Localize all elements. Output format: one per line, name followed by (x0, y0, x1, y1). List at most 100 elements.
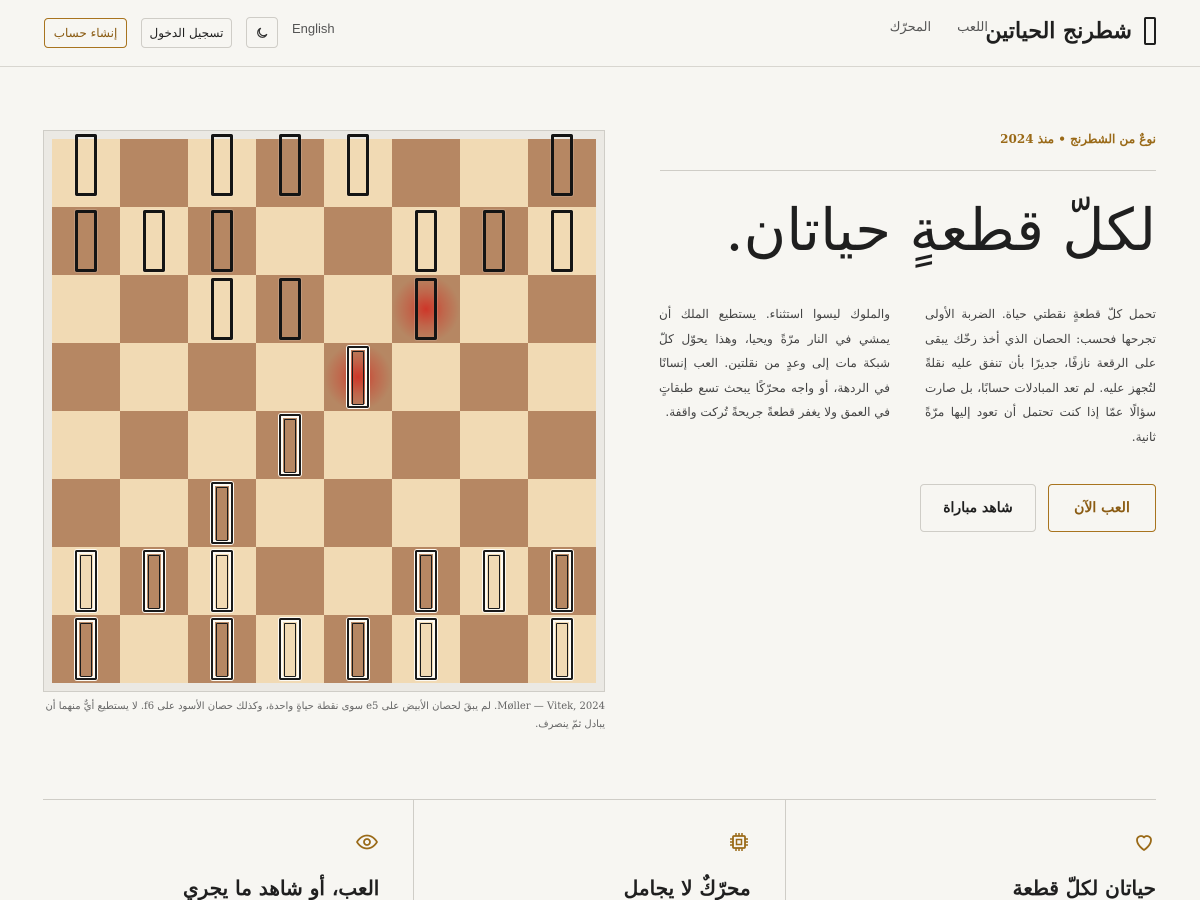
piece-glyph (75, 134, 97, 196)
chess-board[interactable] (52, 134, 596, 683)
white-piece-f2-icon[interactable] (392, 547, 460, 615)
square-f8[interactable] (392, 139, 460, 207)
square-e3[interactable] (324, 479, 392, 547)
piece-glyph (211, 278, 233, 340)
piece-glyph (279, 278, 301, 340)
square-d3[interactable] (256, 479, 324, 547)
theme-toggle-button[interactable] (246, 17, 278, 48)
play-now-button[interactable]: العب الآن (1048, 484, 1156, 532)
signup-button[interactable]: إنشاء حساب (44, 18, 127, 48)
black-piece-d6-icon[interactable] (256, 275, 324, 343)
square-g5[interactable] (460, 343, 528, 411)
square-a4[interactable] (52, 411, 120, 479)
square-g3[interactable] (460, 479, 528, 547)
square-d2[interactable] (256, 547, 324, 615)
white-piece-c3-icon[interactable] (188, 479, 256, 547)
square-e4[interactable] (324, 411, 392, 479)
piece-glyph (551, 550, 573, 612)
square-a5[interactable] (52, 343, 120, 411)
black-piece-e8-icon[interactable] (324, 131, 392, 199)
feature-engine: محرّكٌ لا يجامل (413, 800, 784, 900)
hero-divider (660, 170, 1156, 171)
piece-glyph (347, 618, 369, 680)
square-b5[interactable] (120, 343, 188, 411)
piece-glyph (279, 134, 301, 196)
square-a6[interactable] (52, 275, 120, 343)
login-button[interactable]: تسجيل الدخول (141, 18, 232, 48)
piece-glyph (211, 210, 233, 272)
square-a3[interactable] (52, 479, 120, 547)
piece-logo-icon (1144, 17, 1156, 45)
white-piece-b2-icon[interactable] (120, 547, 188, 615)
square-e6[interactable] (324, 275, 392, 343)
black-piece-c7-icon[interactable] (188, 207, 256, 275)
white-piece-g2-icon[interactable] (460, 547, 528, 615)
white-piece-e5-icon[interactable] (324, 343, 392, 411)
white-piece-c2-icon[interactable] (188, 547, 256, 615)
white-piece-d4-icon[interactable] (256, 411, 324, 479)
piece-glyph (415, 210, 437, 272)
square-d5[interactable] (256, 343, 324, 411)
white-piece-e1-icon[interactable] (324, 615, 392, 683)
piece-glyph (347, 134, 369, 196)
black-piece-d8-icon[interactable] (256, 131, 324, 199)
nav-link-play[interactable]: اللعب (957, 20, 988, 35)
square-g1[interactable] (460, 615, 528, 683)
white-piece-c1-icon[interactable] (188, 615, 256, 683)
nav-link-engine[interactable]: المحرّك (890, 20, 931, 35)
square-b8[interactable] (120, 139, 188, 207)
black-piece-a7-icon[interactable] (52, 207, 120, 275)
piece-glyph (279, 618, 301, 680)
square-f3[interactable] (392, 479, 460, 547)
square-g8[interactable] (460, 139, 528, 207)
white-piece-d1-icon[interactable] (256, 615, 324, 683)
square-h6[interactable] (528, 275, 596, 343)
square-e7[interactable] (324, 207, 392, 275)
square-c4[interactable] (188, 411, 256, 479)
black-piece-h8-icon[interactable] (528, 131, 596, 199)
white-piece-h1-icon[interactable] (528, 615, 596, 683)
square-f5[interactable] (392, 343, 460, 411)
white-piece-h2-icon[interactable] (528, 547, 596, 615)
piece-glyph (415, 278, 437, 340)
hero-title: لكلّ قطعةٍ حياتان. (725, 196, 1156, 264)
watch-game-button[interactable]: شاهد مباراة (920, 484, 1036, 532)
piece-glyph (143, 550, 165, 612)
square-e2[interactable] (324, 547, 392, 615)
board-caption: Møller — Vitek, 2024. لم يبقَ لحصان الأب… (45, 701, 605, 730)
feature-watch: العب، أو شاهد ما يجري (43, 800, 413, 900)
black-piece-c8-icon[interactable] (188, 131, 256, 199)
white-piece-f1-icon[interactable] (392, 615, 460, 683)
piece-glyph (211, 550, 233, 612)
white-piece-a1-icon[interactable] (52, 615, 120, 683)
square-g6[interactable] (460, 275, 528, 343)
square-h5[interactable] (528, 343, 596, 411)
black-piece-h7-icon[interactable] (528, 207, 596, 275)
black-piece-c6-icon[interactable] (188, 275, 256, 343)
piece-glyph (211, 134, 233, 196)
square-b3[interactable] (120, 479, 188, 547)
piece-glyph (143, 210, 165, 272)
eye-icon (356, 834, 379, 850)
chess-board-frame (43, 130, 605, 692)
cpu-chip-icon (729, 833, 748, 851)
black-piece-a8-icon[interactable] (52, 131, 120, 199)
square-g4[interactable] (460, 411, 528, 479)
square-b6[interactable] (120, 275, 188, 343)
language-switch[interactable]: English (292, 21, 335, 36)
black-piece-f6-icon[interactable] (392, 275, 460, 343)
piece-glyph (415, 618, 437, 680)
square-h3[interactable] (528, 479, 596, 547)
square-h4[interactable] (528, 411, 596, 479)
black-piece-g7-icon[interactable] (460, 207, 528, 275)
square-b1[interactable] (120, 615, 188, 683)
black-piece-b7-icon[interactable] (120, 207, 188, 275)
square-d7[interactable] (256, 207, 324, 275)
square-b4[interactable] (120, 411, 188, 479)
white-piece-a2-icon[interactable] (52, 547, 120, 615)
heart-icon (1136, 835, 1152, 851)
square-c5[interactable] (188, 343, 256, 411)
black-piece-f7-icon[interactable] (392, 207, 460, 275)
brand-logo[interactable]: شطرنج الحياتين (986, 14, 1156, 48)
square-f4[interactable] (392, 411, 460, 479)
